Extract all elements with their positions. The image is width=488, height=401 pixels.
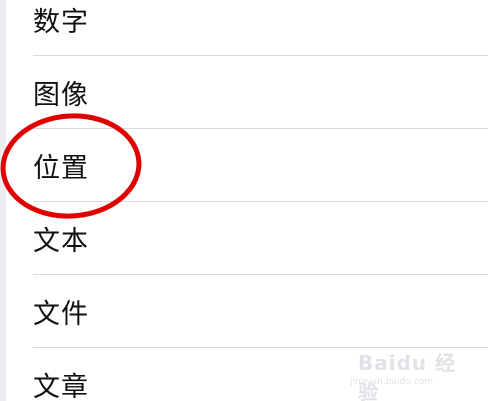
- baidu-jingyan-watermark: Baidu 经验 jingyan.baidu.com: [350, 345, 460, 401]
- watermark-logo: Baidu 经验: [358, 351, 457, 401]
- list-item-label: 文本: [33, 226, 89, 257]
- list-item-label: 数字: [33, 7, 89, 38]
- list-item-text[interactable]: 文本: [0, 202, 488, 275]
- list-item-label: 位置: [33, 153, 89, 184]
- list-item-location[interactable]: 位置: [0, 129, 488, 202]
- list-item-label: 文章: [33, 372, 89, 401]
- list-item-label: 图像: [33, 80, 89, 111]
- option-list: 数字 图像 位置 文本 文件 文章: [0, 0, 488, 401]
- settings-list-screen: 数字 图像 位置 文本 文件 文章 Baidu 经验 jingyan.baidu…: [0, 0, 488, 401]
- list-item-label: 文件: [33, 299, 89, 330]
- watermark-url: jingyan.baidu.com: [350, 377, 434, 387]
- list-item-image[interactable]: 图像: [0, 56, 488, 129]
- list-item-file[interactable]: 文件: [0, 275, 488, 348]
- list-item-number[interactable]: 数字: [0, 0, 488, 56]
